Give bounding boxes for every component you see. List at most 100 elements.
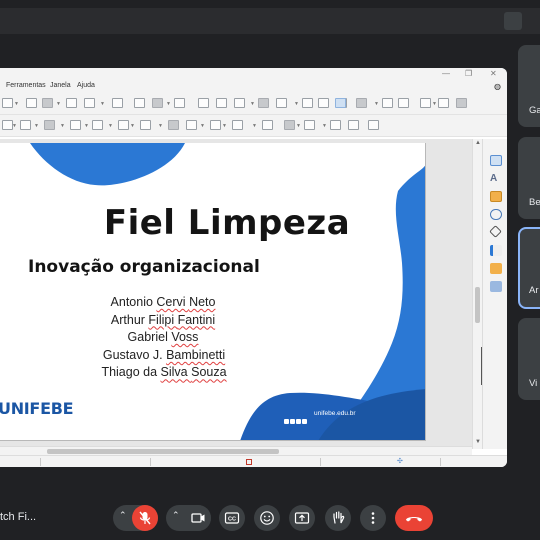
slide[interactable]: Fiel Limpeza Inovação organizacional Ant… (0, 143, 426, 441)
chevron-down-icon[interactable]: ▼ (14, 101, 19, 107)
vertical-scrollbar[interactable]: ▲ ▼ (472, 139, 482, 449)
window-control[interactable] (504, 12, 522, 30)
fit-slide-icon[interactable]: ✣ (397, 457, 403, 465)
participant-tile-active[interactable]: Ar (518, 227, 540, 309)
master-slides-icon[interactable] (490, 281, 502, 292)
toolbar-button-icon[interactable] (20, 120, 31, 130)
end-call-button[interactable] (395, 505, 433, 531)
toolbar-button-icon[interactable] (168, 120, 179, 130)
toolbar-button-icon[interactable] (186, 120, 197, 130)
styles-icon[interactable]: A (490, 173, 502, 184)
toolbar-button-icon[interactable] (304, 120, 315, 130)
toolbar-button-icon[interactable] (92, 120, 103, 130)
chevron-down-icon[interactable]: ▼ (12, 123, 17, 129)
chevron-up-icon[interactable]: ⌃ (119, 510, 127, 521)
chevron-down-icon[interactable]: ▼ (108, 123, 113, 129)
toolbar-button-icon[interactable] (318, 98, 329, 108)
toolbar-button-icon[interactable] (302, 98, 313, 108)
toolbar-button-icon[interactable] (84, 98, 95, 108)
scroll-up-icon[interactable]: ▲ (475, 140, 481, 146)
toolbar-button-icon[interactable] (118, 120, 129, 130)
present-button[interactable] (289, 505, 315, 531)
chevron-down-icon[interactable]: ▼ (166, 101, 171, 107)
toolbar-button-icon[interactable] (398, 98, 409, 108)
participant-tile[interactable]: Ga (518, 45, 540, 127)
close-icon[interactable]: ✕ (490, 69, 497, 78)
author-word: da (143, 365, 161, 380)
minimize-icon[interactable]: — (442, 69, 450, 78)
toolbar-button-icon[interactable] (66, 98, 77, 108)
chevron-down-icon[interactable]: ▼ (56, 101, 61, 107)
toolbar-button-icon[interactable] (216, 98, 227, 108)
chevron-down-icon[interactable]: ▼ (374, 101, 379, 107)
toolbar-button-icon[interactable] (174, 98, 185, 108)
properties-icon[interactable] (490, 155, 502, 166)
toolbar-button-icon[interactable] (456, 98, 467, 108)
more-options-button[interactable] (360, 505, 386, 531)
chevron-down-icon[interactable]: ▼ (158, 123, 163, 129)
chevron-down-icon[interactable]: ▼ (294, 101, 299, 107)
toolbar-button-icon[interactable] (26, 98, 37, 108)
toolbar-button-icon[interactable] (356, 98, 367, 108)
toolbar-button-icon[interactable] (284, 120, 295, 130)
horizontal-scrollbar[interactable] (0, 446, 472, 455)
chevron-down-icon[interactable]: ▼ (250, 101, 255, 107)
toolbar-button-icon[interactable] (368, 120, 379, 130)
emoji-button[interactable] (254, 505, 280, 531)
toolbar-button-icon[interactable] (210, 120, 221, 130)
chevron-down-icon[interactable]: ▼ (432, 101, 437, 107)
navigator-icon[interactable] (490, 209, 502, 220)
camera-button[interactable] (185, 505, 211, 531)
raise-hand-button[interactable] (325, 505, 351, 531)
toolbar-button-icon[interactable] (44, 120, 55, 130)
toolbar-button-icon[interactable] (276, 98, 287, 108)
chevron-down-icon[interactable]: ▼ (296, 123, 301, 129)
captions-button[interactable]: CC (219, 505, 245, 531)
chevron-down-icon[interactable]: ▼ (60, 123, 65, 129)
toolbar-button-icon[interactable] (348, 120, 359, 130)
toolbar-button-icon[interactable] (258, 98, 269, 108)
mic-off-button[interactable] (132, 505, 158, 531)
toolbar-button-icon[interactable] (70, 120, 81, 130)
slide-transition-icon[interactable] (490, 245, 502, 256)
toolbar-button-icon[interactable] (234, 98, 245, 108)
toolbar-button-icon[interactable] (438, 98, 449, 108)
chevron-down-icon[interactable]: ▼ (84, 123, 89, 129)
toolbar-button-icon[interactable] (262, 120, 273, 130)
toolbar-button-icon[interactable] (330, 120, 341, 130)
menu-janela[interactable]: Janela (50, 82, 71, 89)
participant-tile[interactable]: Be (518, 137, 540, 219)
toolbar-button-icon[interactable] (198, 98, 209, 108)
chevron-down-icon[interactable]: ▼ (34, 123, 39, 129)
maximize-icon[interactable]: ❐ (465, 69, 472, 78)
chevron-down-icon[interactable]: ▼ (222, 123, 227, 129)
toolbar-button-icon[interactable] (152, 98, 163, 108)
toolbar-button-icon[interactable] (232, 120, 243, 130)
scrollbar-thumb[interactable] (47, 449, 279, 454)
chevron-down-icon[interactable]: ▼ (322, 123, 327, 129)
shapes-icon[interactable] (489, 225, 502, 238)
toolbar-button-icon[interactable] (112, 98, 123, 108)
menu-ferramentas[interactable]: Ferramentas (6, 82, 46, 89)
animation-icon[interactable] (490, 263, 502, 274)
chevron-down-icon[interactable]: ▼ (200, 123, 205, 129)
save-status-icon[interactable] (246, 459, 252, 465)
toolbar-button-icon[interactable] (335, 98, 346, 108)
chevron-down-icon[interactable]: ▼ (252, 123, 257, 129)
chevron-down-icon[interactable]: ▼ (100, 101, 105, 107)
gallery-icon[interactable] (490, 191, 502, 202)
toolbar-button-icon[interactable] (134, 98, 145, 108)
chevron-up-icon[interactable]: ⌃ (172, 510, 180, 521)
menu-ajuda[interactable]: Ajuda (77, 82, 95, 89)
captions-icon: CC (224, 512, 240, 524)
toolbar-button-icon[interactable] (42, 98, 53, 108)
globe-icon[interactable]: ◍ (494, 82, 501, 91)
toolbar-button-icon[interactable] (382, 98, 393, 108)
scrollbar-thumb[interactable] (475, 287, 480, 323)
chevron-down-icon[interactable]: ▼ (130, 123, 135, 129)
participant-tile[interactable]: Vi (518, 318, 540, 400)
toolbar-button-icon[interactable] (2, 98, 13, 108)
toolbar-button-icon[interactable] (420, 98, 431, 108)
toolbar-button-icon[interactable] (140, 120, 151, 130)
scroll-down-icon[interactable]: ▼ (475, 439, 481, 445)
